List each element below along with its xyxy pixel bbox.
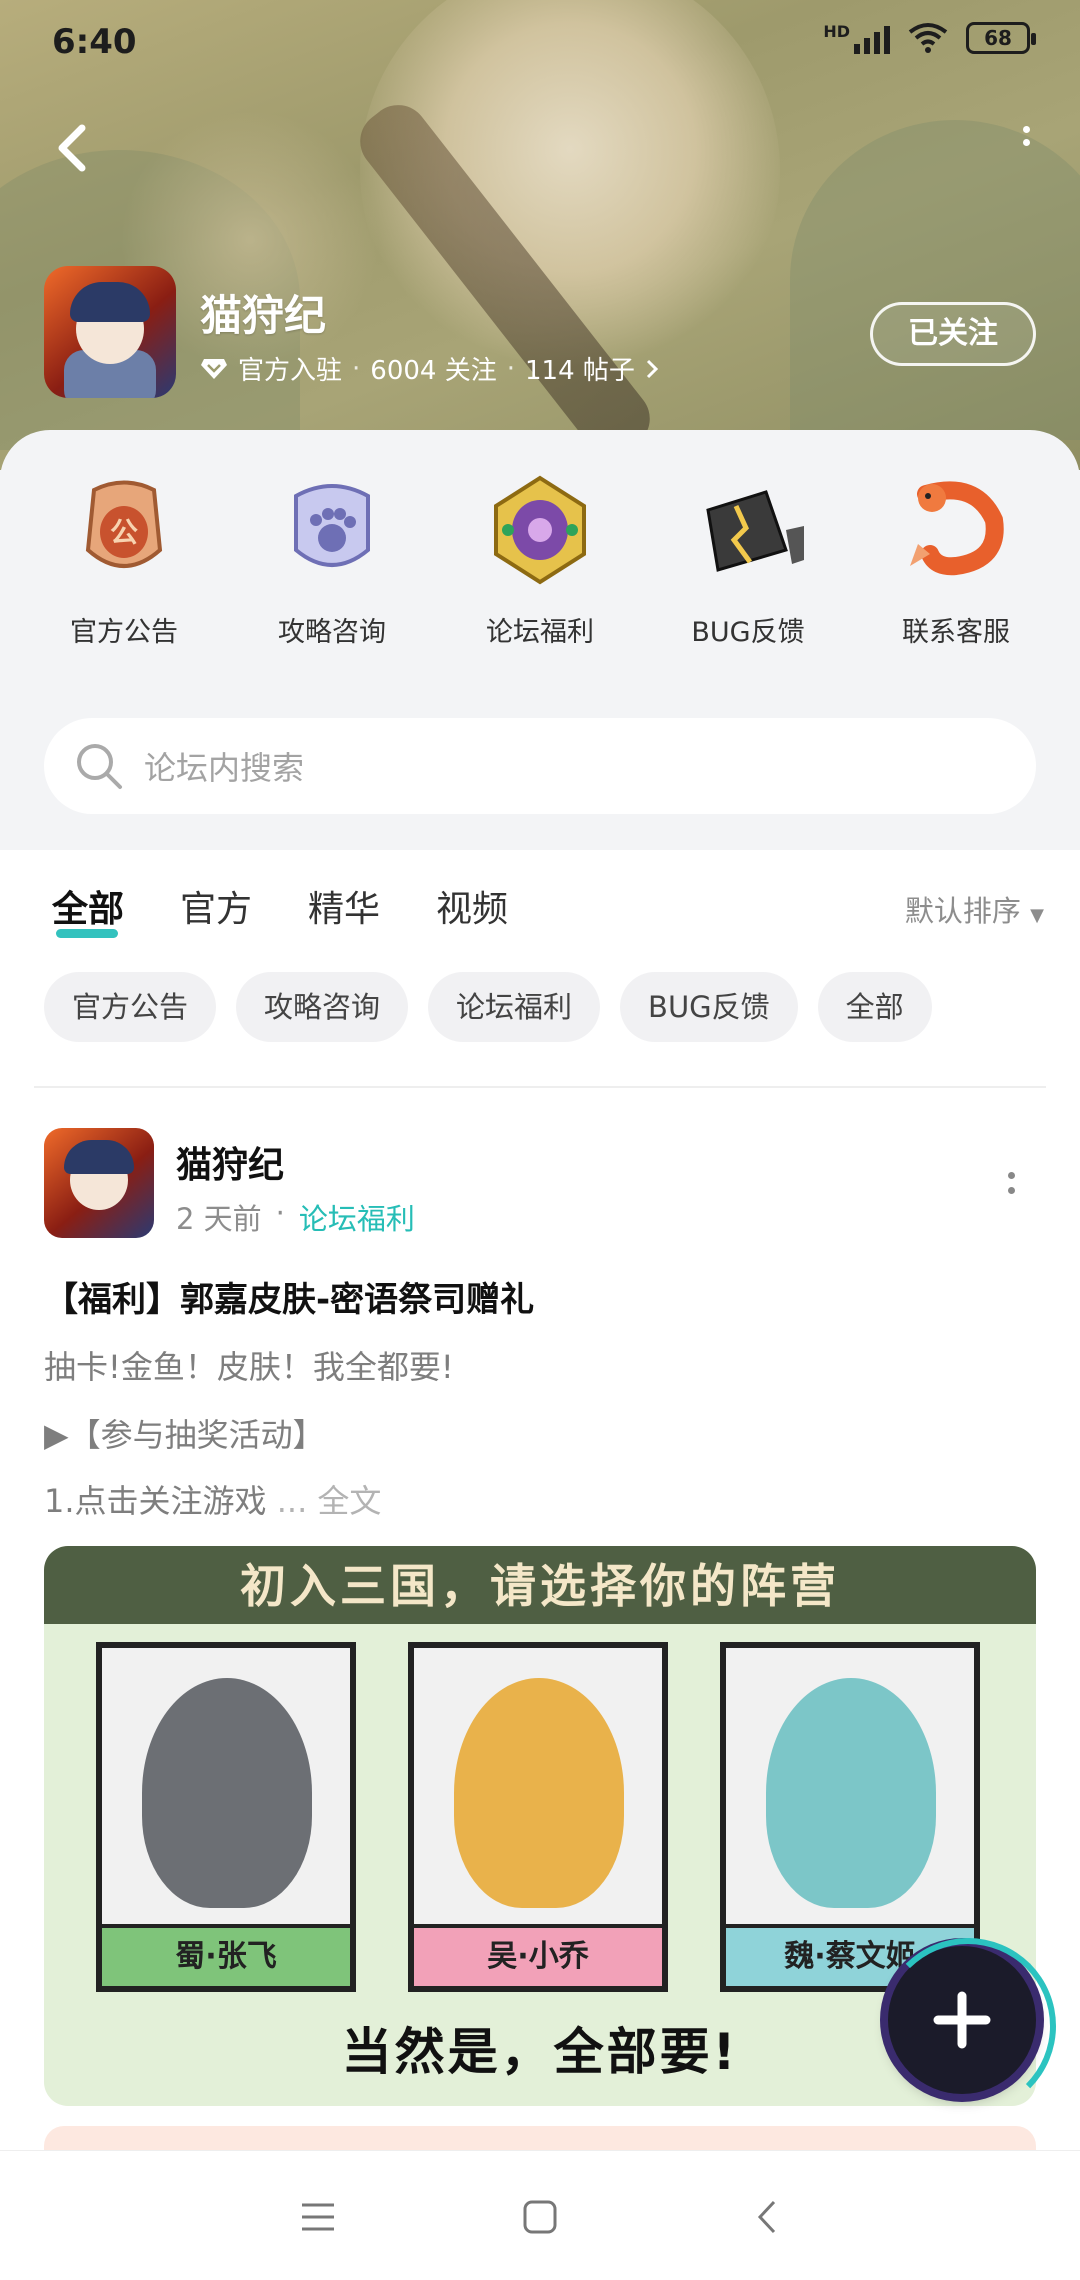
official-badge: 官方入驻 <box>238 356 343 386</box>
separator-dot: · <box>352 353 361 384</box>
shortcut-label: 官方公告 <box>70 617 178 648</box>
feed-tabs: 全部 官方 精华 视频 <box>52 880 508 938</box>
paw-shield-icon <box>272 470 392 590</box>
shortcut-benefits[interactable]: 论坛福利 <box>450 470 630 649</box>
menu-icon[interactable] <box>298 2197 338 2237</box>
post-time: 2 天前 <box>176 1202 262 1236</box>
create-post-button[interactable] <box>880 1938 1056 2114</box>
cracked-stone-icon <box>688 470 808 590</box>
post-author-name[interactable]: 猫狩纪 <box>176 1136 284 1188</box>
verified-diamond-icon <box>201 358 227 379</box>
back-icon[interactable] <box>748 2197 788 2237</box>
shortcut-label: 联系客服 <box>902 617 1010 648</box>
faction-card-wu: 吴·小乔 <box>408 1642 668 1992</box>
status-bar: 6:40 HD 68 <box>0 0 1080 90</box>
sort-dropdown[interactable]: 默认排序 ▼ <box>905 888 1044 930</box>
shortcut-label: 攻略咨询 <box>278 617 386 648</box>
divider <box>34 1086 1046 1088</box>
search-placeholder: 论坛内搜索 <box>144 749 305 787</box>
shortcut-label: 论坛福利 <box>486 617 594 648</box>
category-chips: 官方公告 攻略咨询 论坛福利 BUG反馈 全部 <box>44 972 932 1042</box>
post-meta: 2 天前 · 论坛福利 <box>176 1196 415 1238</box>
banner-art-mountain <box>790 120 1080 440</box>
shortcut-guides[interactable]: 攻略咨询 <box>242 470 422 649</box>
plus-icon <box>933 1991 991 2049</box>
forum-search-bar[interactable]: 论坛内搜索 <box>44 718 1036 814</box>
svg-text:公: 公 <box>110 516 138 549</box>
sort-label: 默认排序 <box>904 894 1021 928</box>
follower-count: 6004 关注 <box>370 356 497 386</box>
caret-down-icon: ▼ <box>1030 905 1044 926</box>
shortcut-row: 公 官方公告 攻略咨询 论坛福利 BUG反馈 联系客服 <box>0 470 1080 649</box>
post-excerpt-text: 1.点击关注游戏 <box>44 1482 267 1520</box>
faction-card-label: 吴·小乔 <box>414 1924 662 1986</box>
search-icon <box>77 744 122 789</box>
shortcut-bug-report[interactable]: BUG反馈 <box>658 470 838 649</box>
faction-card-label: 蜀·张飞 <box>102 1924 350 1986</box>
follow-button[interactable]: 已关注 <box>870 302 1036 366</box>
shortcut-announcements[interactable]: 公 官方公告 <box>34 470 214 649</box>
shortcut-customer-service[interactable]: 联系客服 <box>866 470 1046 649</box>
chip-all[interactable]: 全部 <box>817 972 932 1042</box>
game-title: 猫狩纪 <box>200 291 327 340</box>
wifi-icon <box>908 23 948 53</box>
cat-character-art <box>454 1678 624 1908</box>
faction-card-wei: 魏·蔡文姬 <box>720 1642 980 1992</box>
system-navigation-bar <box>0 2150 1080 2280</box>
chip-announcements[interactable]: 官方公告 <box>44 972 217 1042</box>
game-stats[interactable]: 官方入驻 · 6004 关注 · 114 帖子 <box>200 350 659 387</box>
shortcut-panel: 公 官方公告 攻略咨询 论坛福利 BUG反馈 联系客服 论坛内搜索 <box>0 430 1080 850</box>
chip-bug-report[interactable]: BUG反馈 <box>620 972 798 1042</box>
post-author-avatar[interactable] <box>44 1128 154 1238</box>
chip-benefits[interactable]: 论坛福利 <box>428 972 601 1042</box>
post-title[interactable]: 【福利】郭嘉皮肤-密语祭司赠礼 <box>44 1272 534 1321</box>
read-full-link[interactable]: ... 全文 <box>277 1482 382 1520</box>
announcement-badge-icon: 公 <box>64 470 184 590</box>
gem-amulet-icon <box>480 470 600 590</box>
chevron-right-icon <box>646 359 659 378</box>
cat-character-art <box>142 1678 312 1908</box>
game-avatar[interactable] <box>44 266 176 398</box>
tab-video[interactable]: 视频 <box>436 880 508 932</box>
tab-all[interactable]: 全部 <box>52 880 124 938</box>
signal-icon <box>854 22 890 54</box>
post-excerpt-line: 抽卡!金鱼！皮肤！我全都要! <box>44 1348 454 1386</box>
shortcut-label: BUG反馈 <box>691 617 805 648</box>
battery-icon: 68 <box>966 22 1036 54</box>
faction-card-shu: 蜀·张飞 <box>96 1642 356 1992</box>
koi-fish-icon <box>896 470 1016 590</box>
post-excerpt-line: ▶【参与抽奖活动】 <box>44 1416 325 1454</box>
post-count: 114 帖子 <box>524 356 635 386</box>
more-options-icon[interactable] <box>1016 126 1036 166</box>
status-time: 6:40 <box>52 22 137 62</box>
network-type-label: HD <box>823 22 850 41</box>
post-more-icon[interactable] <box>1008 1172 1018 1194</box>
separator-dot: · <box>275 1196 285 1230</box>
tab-featured[interactable]: 精华 <box>308 880 380 932</box>
tab-official[interactable]: 官方 <box>180 880 252 932</box>
chip-guides[interactable]: 攻略咨询 <box>236 972 409 1042</box>
cat-character-art <box>766 1678 936 1908</box>
status-icons: HD 68 <box>823 22 1036 54</box>
post-image-heading: 初入三国，请选择你的阵营 <box>44 1546 1036 1624</box>
back-arrow-icon[interactable] <box>48 118 98 178</box>
post-category[interactable]: 论坛福利 <box>299 1196 415 1238</box>
home-icon[interactable] <box>520 2197 560 2237</box>
separator-dot: · <box>506 353 515 384</box>
post-excerpt-line: 1.点击关注游戏 ... 全文 <box>44 1476 381 1522</box>
